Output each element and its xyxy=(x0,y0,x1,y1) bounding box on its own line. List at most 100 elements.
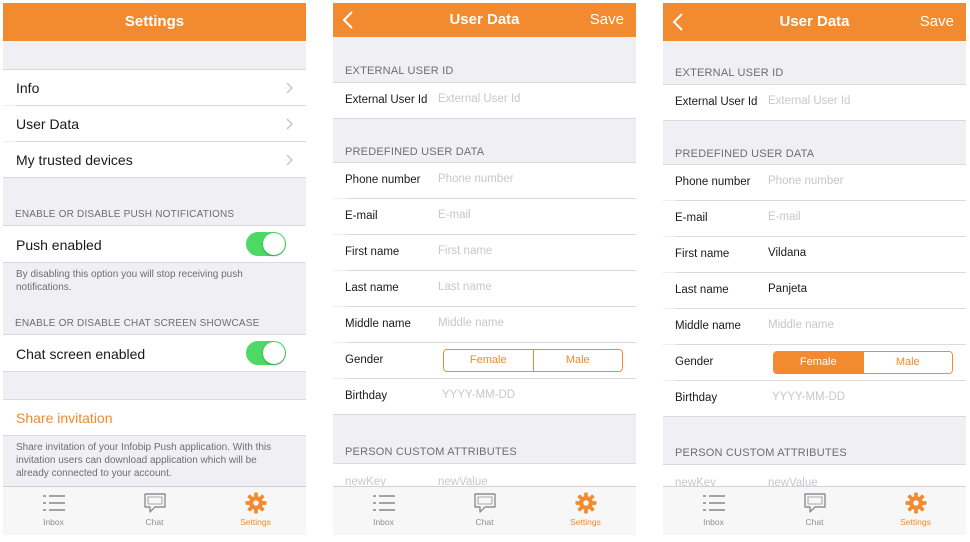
middle-name-row: Middle name xyxy=(333,307,636,342)
tab-bar: Inbox Chat Settings xyxy=(663,486,966,535)
email-label: E-mail xyxy=(345,210,378,222)
chat-enabled-row: Chat screen enabled xyxy=(3,335,306,371)
phone-row: Phone number xyxy=(333,163,636,198)
chat-enabled-toggle[interactable] xyxy=(246,341,286,365)
gender-female-button[interactable]: Female xyxy=(774,352,863,373)
birthday-input[interactable] xyxy=(772,391,952,403)
external-id-input[interactable] xyxy=(438,93,618,105)
tab-inbox[interactable]: Inbox xyxy=(333,487,434,535)
last-name-input[interactable] xyxy=(438,281,618,293)
tab-label: Inbox xyxy=(43,517,64,527)
email-input[interactable] xyxy=(438,209,618,221)
middle-name-label: Middle name xyxy=(675,320,741,332)
list-icon xyxy=(373,495,395,511)
gender-male-button[interactable]: Male xyxy=(862,352,952,373)
gender-female-button[interactable]: Female xyxy=(444,350,533,371)
divider xyxy=(3,262,306,263)
first-name-input[interactable] xyxy=(438,245,618,257)
external-id-label: External User Id xyxy=(675,96,758,108)
gender-male-button[interactable]: Male xyxy=(532,350,622,371)
menu-item-info[interactable]: Info xyxy=(3,70,306,105)
tab-label: Inbox xyxy=(703,517,724,527)
email-row: E-mail xyxy=(663,201,966,236)
tab-inbox[interactable]: Inbox xyxy=(663,487,764,535)
tab-settings[interactable]: Settings xyxy=(535,487,636,535)
menu-item-label: My trusted devices xyxy=(16,152,133,168)
gender-row: Gender Female Male xyxy=(663,345,966,380)
chevron-right-icon xyxy=(286,118,294,130)
last-name-label: Last name xyxy=(345,282,399,294)
middle-name-input[interactable] xyxy=(768,319,948,331)
chevron-right-icon xyxy=(286,82,294,94)
divider xyxy=(663,120,966,121)
menu-item-trusted-devices[interactable]: My trusted devices xyxy=(3,142,306,177)
chevron-right-icon xyxy=(286,154,294,166)
tab-chat[interactable]: Chat xyxy=(434,487,535,535)
email-row: E-mail xyxy=(333,199,636,234)
chat-bubble-icon xyxy=(474,493,496,513)
toggle-knob xyxy=(263,342,285,364)
tab-settings[interactable]: Settings xyxy=(865,487,966,535)
first-name-label: First name xyxy=(345,246,400,258)
birthday-row: Birthday xyxy=(333,379,636,414)
last-name-input[interactable] xyxy=(768,283,948,295)
tab-chat[interactable]: Chat xyxy=(764,487,865,535)
toggle-knob xyxy=(263,233,285,255)
share-invitation-link[interactable]: Share invitation xyxy=(16,410,113,426)
birthday-row: Birthday xyxy=(663,381,966,416)
chat-bubble-icon xyxy=(144,493,166,513)
push-enabled-toggle[interactable] xyxy=(246,232,286,256)
gender-segmented-control: Female Male xyxy=(443,349,623,372)
phone-input[interactable] xyxy=(438,173,618,185)
external-id-label: External User Id xyxy=(345,94,428,106)
first-name-row: First name xyxy=(663,237,966,272)
tab-inbox[interactable]: Inbox xyxy=(3,487,104,535)
tab-chat[interactable]: Chat xyxy=(104,487,205,535)
external-id-header: EXTERNAL USER ID xyxy=(675,67,784,79)
external-id-input[interactable] xyxy=(768,95,948,107)
gear-icon xyxy=(245,492,267,514)
birthday-input[interactable] xyxy=(442,389,622,401)
external-id-header: EXTERNAL USER ID xyxy=(345,65,454,77)
push-enabled-label: Push enabled xyxy=(16,237,102,253)
divider xyxy=(333,414,636,415)
tab-label: Chat xyxy=(475,517,494,527)
last-name-row: Last name xyxy=(663,273,966,308)
predefined-data-header: PREDEFINED USER DATA xyxy=(345,146,485,158)
middle-name-row: Middle name xyxy=(663,309,966,344)
user-data-screen-empty: User Data Save EXTERNAL USER ID External… xyxy=(333,3,636,535)
external-id-row: External User Id xyxy=(663,85,966,120)
middle-name-input[interactable] xyxy=(438,317,618,329)
chat-section-header: ENABLE OR DISABLE CHAT SCREEN SHOWCASE xyxy=(15,318,260,329)
middle-name-label: Middle name xyxy=(345,318,411,330)
share-invitation-row[interactable]: Share invitation xyxy=(3,400,306,435)
custom-attributes-header: PERSON CUSTOM ATTRIBUTES xyxy=(675,447,847,459)
gender-label: Gender xyxy=(675,356,714,368)
divider xyxy=(3,371,306,372)
tab-label: Inbox xyxy=(373,517,394,527)
phone-input[interactable] xyxy=(768,175,948,187)
email-input[interactable] xyxy=(768,211,948,223)
save-button[interactable]: Save xyxy=(590,3,624,37)
divider xyxy=(333,118,636,119)
nav-bar: User Data Save xyxy=(333,3,636,37)
tab-settings[interactable]: Settings xyxy=(205,487,306,535)
save-button[interactable]: Save xyxy=(920,3,954,41)
phone-label: Phone number xyxy=(345,174,421,186)
push-footer-text: By disabling this option you will stop r… xyxy=(16,269,243,293)
menu-item-label: User Data xyxy=(16,116,80,132)
nav-bar: Settings xyxy=(3,3,306,41)
user-data-screen-filled: User Data Save EXTERNAL USER ID External… xyxy=(663,3,966,535)
menu-item-user-data[interactable]: User Data xyxy=(3,106,306,141)
phone-label: Phone number xyxy=(675,176,751,188)
first-name-input[interactable] xyxy=(768,247,948,259)
push-section-header: ENABLE OR DISABLE PUSH NOTIFICATIONS xyxy=(15,209,235,220)
gender-label: Gender xyxy=(345,354,384,366)
gender-segmented-control: Female Male xyxy=(773,351,953,374)
page-title: Settings xyxy=(124,13,185,30)
list-icon xyxy=(43,495,65,511)
predefined-data-header: PREDEFINED USER DATA xyxy=(675,148,815,160)
gear-icon xyxy=(575,492,597,514)
settings-screen: Settings Info User Data My trusted devic… xyxy=(3,3,306,535)
birthday-label: Birthday xyxy=(675,392,718,404)
